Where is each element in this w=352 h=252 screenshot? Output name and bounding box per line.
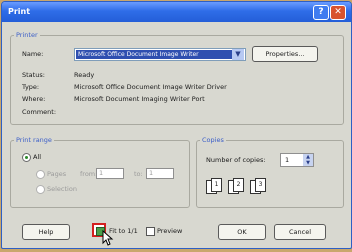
to-value: 1 <box>149 169 154 177</box>
printer-name-select[interactable]: Microsoft Office Document Image Writer ▼ <box>74 48 246 61</box>
radio-selected-dot <box>25 156 28 159</box>
collate-page-2: 2 <box>233 178 244 192</box>
title-bar: Print ? ✕ <box>2 2 351 22</box>
fit-to-page-option[interactable]: Fit to 1/1 <box>92 223 142 239</box>
properties-button[interactable]: Properties... <box>252 46 318 62</box>
cancel-button[interactable]: Cancel <box>274 224 326 240</box>
preview-option[interactable]: Preview <box>146 226 186 236</box>
collate-page-3: 3 <box>255 178 266 192</box>
chevron-down-icon[interactable]: ▼ <box>232 49 244 60</box>
all-label: All <box>33 153 42 161</box>
printer-group-title: Printer <box>14 31 40 39</box>
printer-name-value: Microsoft Office Document Image Writer <box>76 50 232 59</box>
preview-checkbox[interactable] <box>146 227 155 236</box>
to-input[interactable]: 1 <box>146 168 174 179</box>
pages-radio[interactable] <box>36 170 45 179</box>
title-help-button[interactable]: ? <box>313 5 329 20</box>
selection-radio[interactable] <box>36 185 45 194</box>
where-value: Microsoft Document Imaging Writer Port <box>74 95 205 103</box>
pages-option[interactable]: Pages from: 1 to: 1 <box>36 168 176 180</box>
copies-title: Copies <box>200 136 226 144</box>
number-of-copies-label: Number of copies: <box>206 156 266 164</box>
collate-illustration: 1 2 3 <box>206 178 276 198</box>
from-input[interactable]: 1 <box>96 168 124 179</box>
selection-option[interactable]: Selection <box>36 184 96 194</box>
window-title: Print <box>8 7 31 16</box>
preview-label: Preview <box>157 227 183 235</box>
print-range-title: Print range <box>14 136 54 144</box>
spinner-arrows-icon[interactable]: ▲ ▼ <box>303 154 313 166</box>
selection-label: Selection <box>47 185 77 193</box>
ok-button[interactable]: OK <box>218 224 266 240</box>
print-all-option[interactable]: All <box>22 152 62 162</box>
close-icon: ✕ <box>334 7 342 17</box>
to-label: to: <box>134 170 143 178</box>
type-label: Type: <box>22 83 40 91</box>
status-label: Status: <box>22 71 45 79</box>
status-value: Ready <box>74 71 95 79</box>
copies-value: 1 <box>285 156 290 164</box>
close-button[interactable]: ✕ <box>330 5 346 20</box>
print-dialog: Print ? ✕ Printer Name: Microsoft Office… <box>1 1 352 249</box>
from-label: from: <box>80 170 98 178</box>
help-button[interactable]: Help <box>22 224 70 240</box>
pages-label: Pages <box>47 170 67 178</box>
copies-spinner[interactable]: 1 ▲ ▼ <box>280 153 314 167</box>
where-label: Where: <box>22 95 46 103</box>
collate-page-1: 1 <box>211 178 222 192</box>
type-value: Microsoft Office Document Image Writer D… <box>74 83 227 91</box>
from-value: 1 <box>99 169 104 177</box>
comment-label: Comment: <box>22 108 57 116</box>
name-label: Name: <box>22 50 44 58</box>
all-radio[interactable] <box>22 153 31 162</box>
mouse-cursor-icon <box>102 230 114 246</box>
